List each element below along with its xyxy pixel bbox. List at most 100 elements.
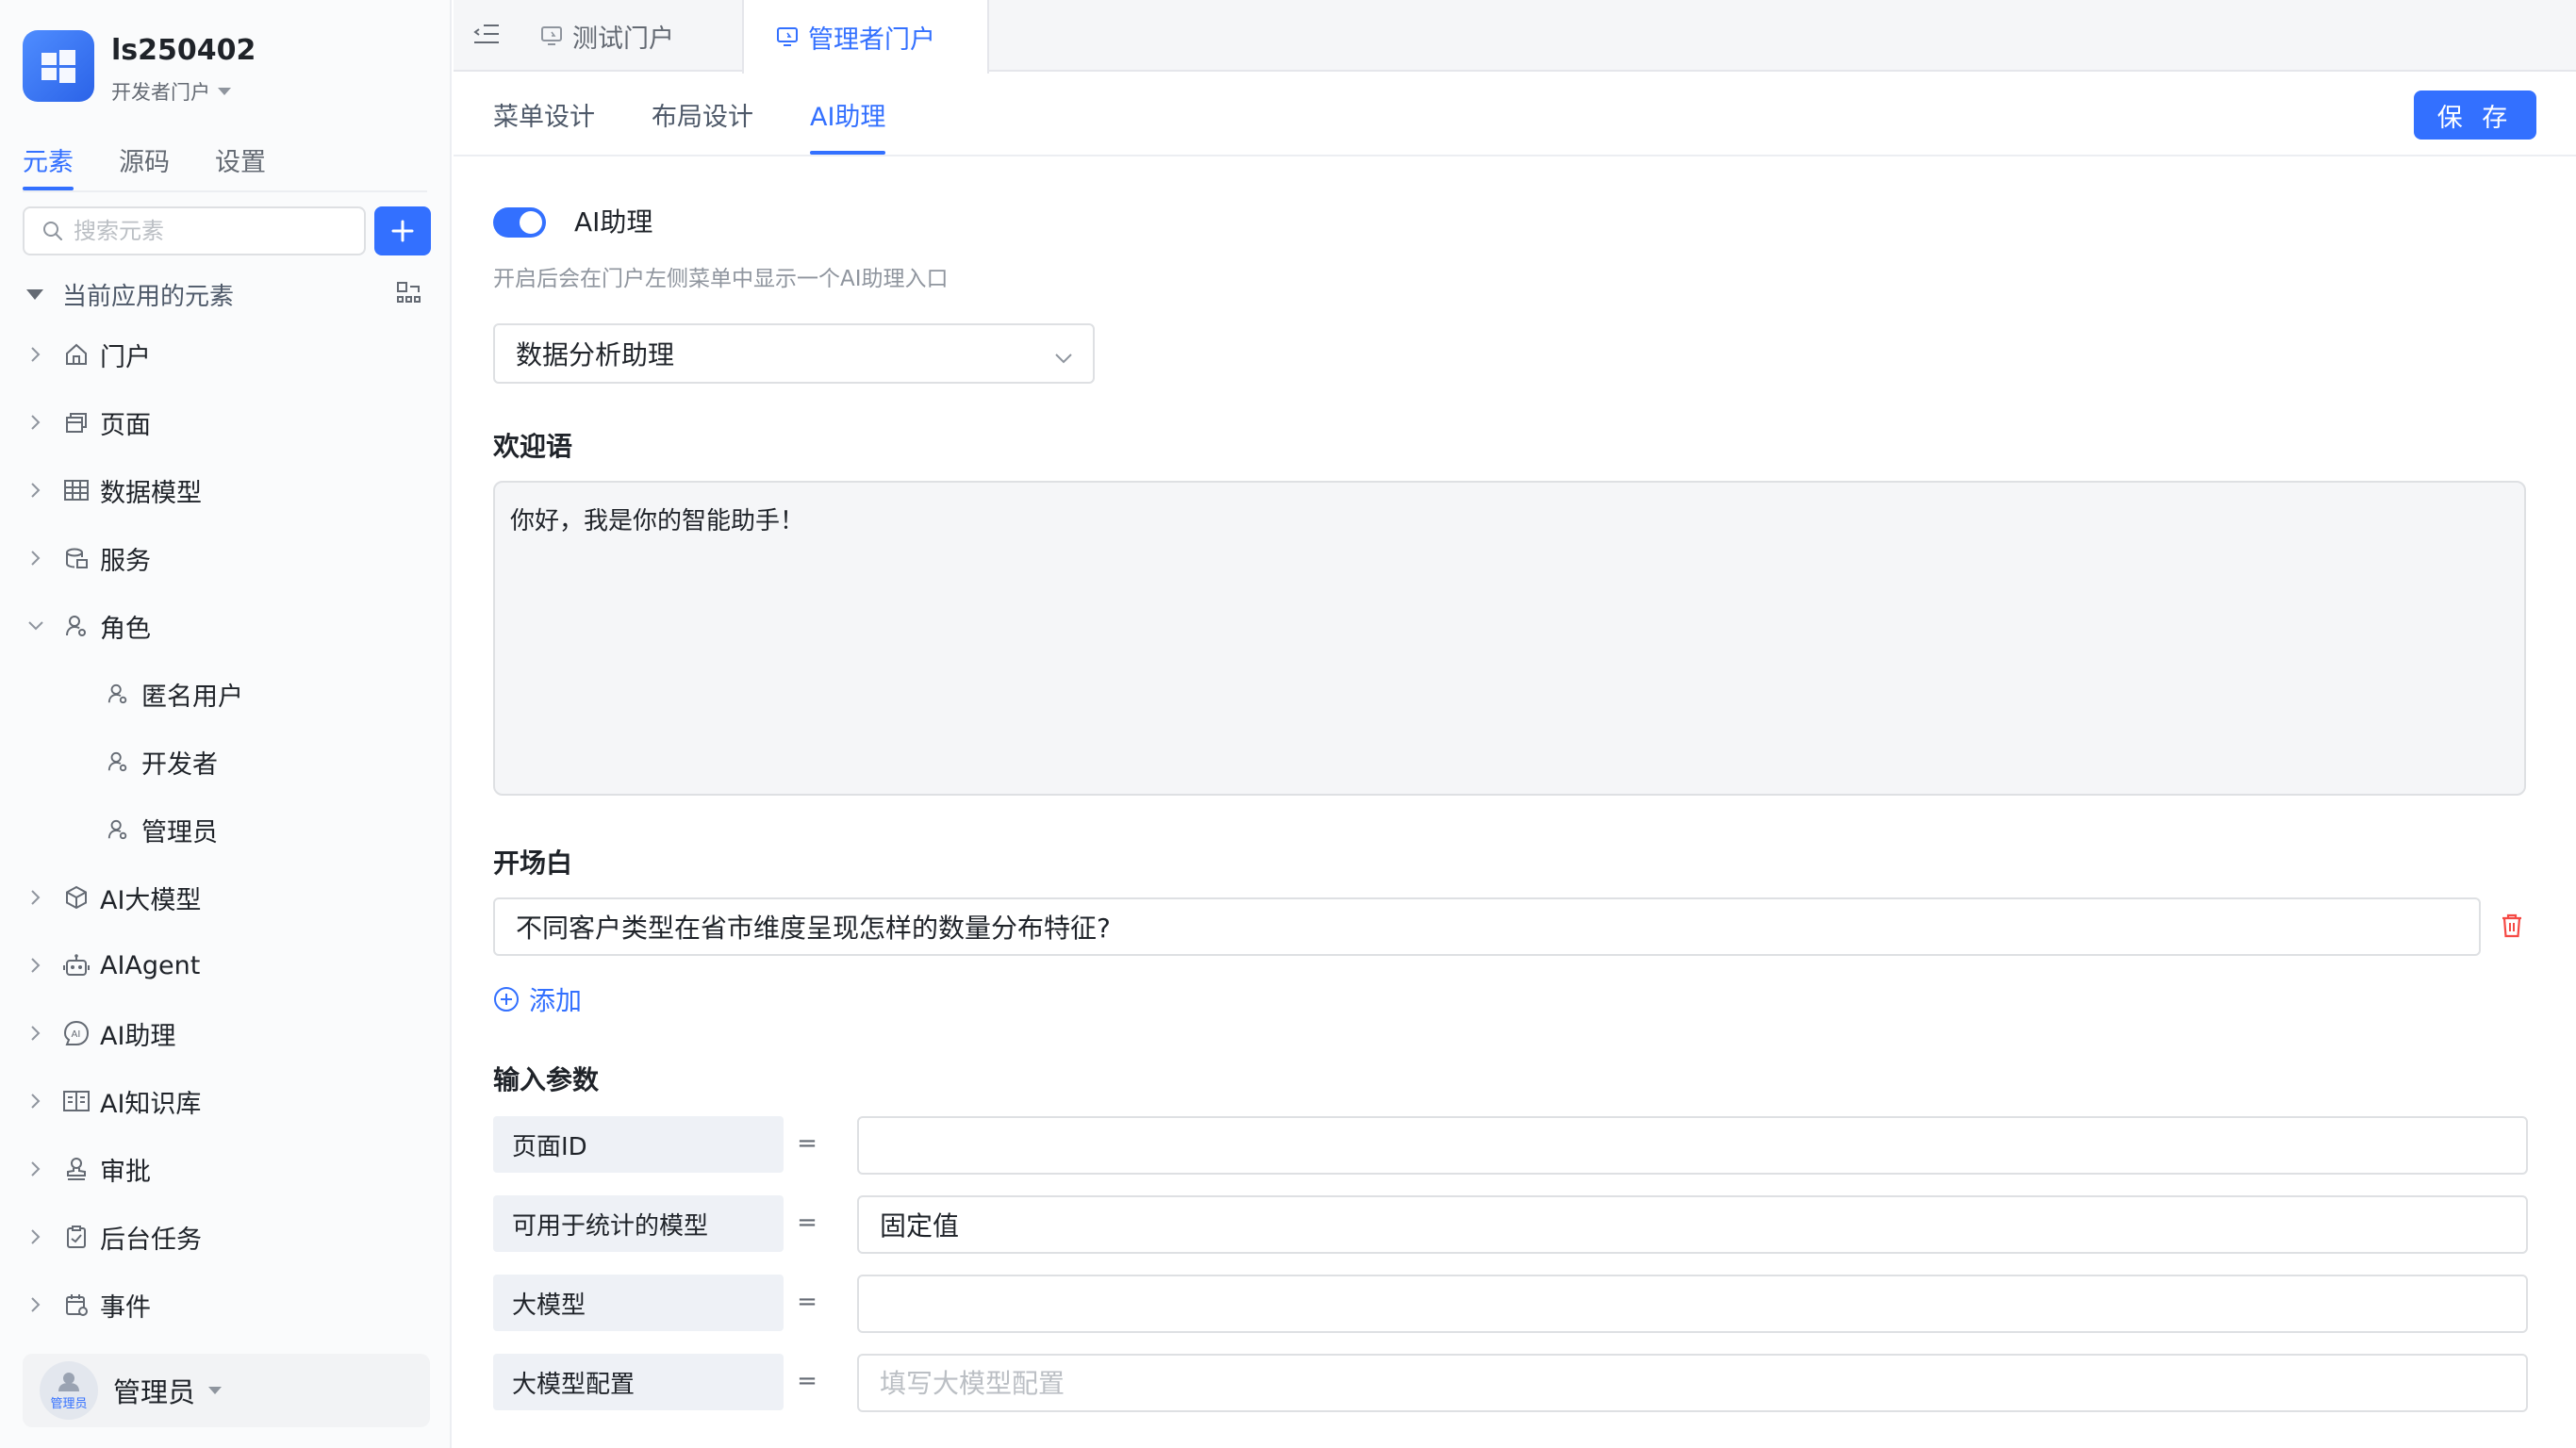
tree-item-label: 事件 (100, 1292, 151, 1323)
role-item-anonymous[interactable]: 匿名用户 (104, 673, 500, 715)
role-icon (104, 680, 132, 708)
stamp-icon (62, 1155, 91, 1183)
tree-item-ai-knowledge[interactable]: AI知识库 (26, 1080, 422, 1122)
param-row: 大模型配置 = (493, 1354, 2528, 1412)
tree-item-label: AI知识库 (100, 1089, 202, 1119)
subtab-menu-design[interactable]: 菜单设计 (493, 96, 595, 155)
param-row: 大模型 = (493, 1275, 2528, 1333)
tree-item-ai-agent[interactable]: AIAgent (26, 945, 422, 986)
table-icon (62, 476, 91, 504)
param-label: 页面ID (493, 1116, 784, 1173)
book-icon (62, 1087, 91, 1115)
params-title: 输入参数 (493, 1064, 600, 1095)
equals-sign: = (797, 1367, 817, 1395)
monitor-icon (540, 25, 563, 46)
param-input-stat-model[interactable] (857, 1195, 2528, 1254)
ai-icon: AI (62, 1019, 91, 1047)
chevron-right-icon (26, 1295, 45, 1314)
role-icon (104, 748, 132, 776)
welcome-textarea[interactable]: 你好，我是你的智能助手！ (493, 481, 2526, 796)
equals-sign: = (797, 1288, 817, 1316)
role-icon (62, 612, 91, 640)
chevron-right-icon (26, 345, 45, 364)
sidebar-tabs: 元素 源码 设置 (23, 141, 311, 192)
user-name: 管理员 (113, 1376, 196, 1408)
assistant-select-value: 数据分析助理 (516, 339, 675, 370)
user-menu[interactable]: 管理员 管理员 (23, 1354, 430, 1427)
add-opening-button[interactable]: 添加 (493, 980, 582, 1018)
param-label: 可用于统计的模型 (493, 1195, 784, 1252)
delete-icon[interactable] (2500, 913, 2524, 943)
caret-down-icon (218, 88, 231, 95)
welcome-title: 欢迎语 (493, 431, 573, 462)
divider (23, 190, 427, 192)
tab-admin-portal[interactable]: 管理者门户 (742, 0, 989, 74)
tree-item-background-task[interactable]: 后台任务 (26, 1216, 422, 1258)
param-label: 大模型 (493, 1275, 784, 1331)
add-label: 添加 (529, 985, 583, 1016)
param-input-llm-config[interactable] (857, 1354, 2528, 1412)
tree-item-portal[interactable]: 门户 (26, 334, 422, 375)
tree-item-ai-model[interactable]: AI大模型 (26, 877, 422, 918)
role-item-developer[interactable]: 开发者 (104, 741, 500, 782)
param-input-page-id[interactable] (857, 1116, 2528, 1175)
role-icon (104, 815, 132, 844)
service-icon (62, 544, 91, 572)
opening-input[interactable] (493, 897, 2481, 956)
tree-item-approval[interactable]: 审批 (26, 1148, 422, 1190)
collapse-sidebar-icon[interactable] (472, 21, 501, 51)
ai-assistant-toggle[interactable] (493, 207, 546, 238)
pages-icon (62, 408, 91, 436)
top-tab-bar: 测试门户 管理者门户 (454, 0, 2576, 74)
tree-item-label: 服务 (100, 546, 151, 576)
tree-item-service[interactable]: 服务 (26, 537, 422, 579)
portal-switcher[interactable]: 开发者门户 (111, 77, 256, 106)
tree-item-label: 审批 (100, 1157, 151, 1187)
chevron-down-icon (1053, 344, 1074, 375)
tab-source[interactable]: 源码 (119, 141, 170, 192)
param-input-llm[interactable] (857, 1275, 2528, 1333)
app-logo[interactable] (23, 30, 94, 102)
tab-settings[interactable]: 设置 (215, 141, 266, 192)
param-label: 大模型配置 (493, 1354, 784, 1410)
app-title: ls250402 (111, 34, 256, 67)
tree-item-label: 门户 (100, 342, 151, 372)
search-icon (43, 222, 62, 240)
subtab-layout-design[interactable]: 布局设计 (652, 96, 753, 155)
tab-elements[interactable]: 元素 (23, 141, 74, 192)
search-box (23, 206, 366, 255)
tree-item-pages[interactable]: 页面 (26, 402, 422, 443)
tree-header-label: 当前应用的元素 (62, 282, 235, 311)
save-button[interactable]: 保 存 (2414, 90, 2536, 140)
tree-header[interactable]: 当前应用的元素 (26, 275, 422, 313)
portal-switcher-label: 开发者门户 (111, 81, 210, 104)
task-icon (62, 1223, 91, 1251)
dependency-icon[interactable] (396, 281, 422, 311)
role-item-admin[interactable]: 管理员 (104, 809, 500, 850)
chevron-right-icon (26, 481, 45, 500)
assistant-select[interactable]: 数据分析助理 (493, 323, 1095, 384)
chevron-right-icon (26, 413, 45, 432)
tree-item-label: 后台任务 (100, 1225, 202, 1255)
tree-item-label: AIAgent (100, 950, 201, 980)
tree-item-roles[interactable]: 角色 (26, 605, 422, 647)
tab-label: 测试门户 (572, 24, 674, 54)
tree-item-data-model[interactable]: 数据模型 (26, 469, 422, 511)
chevron-right-icon (26, 1092, 45, 1111)
event-icon (62, 1291, 91, 1319)
add-element-button[interactable] (374, 206, 431, 255)
subtab-ai-assistant[interactable]: AI助理 (810, 96, 886, 155)
search-input[interactable] (74, 218, 338, 244)
tree-item-event[interactable]: 事件 (26, 1284, 422, 1325)
monitor-icon (776, 26, 799, 47)
chevron-right-icon (26, 956, 45, 975)
toggle-hint: 开启后会在门户左侧菜单中显示一个AI助理入口 (493, 267, 949, 291)
sidebar: ls250402 开发者门户 元素 源码 设置 当前应用的元素 (0, 0, 452, 1448)
tree-item-label: AI大模型 (100, 885, 202, 915)
tree-item-ai-assistant[interactable]: AI AI助理 (26, 1012, 422, 1054)
tree-item-label: 数据模型 (100, 478, 202, 508)
tab-test-portal[interactable]: 测试门户 (540, 0, 674, 72)
role-item-label: 匿名用户 (141, 682, 243, 712)
tree-item-label: 角色 (100, 614, 151, 644)
equals-sign: = (797, 1209, 817, 1237)
